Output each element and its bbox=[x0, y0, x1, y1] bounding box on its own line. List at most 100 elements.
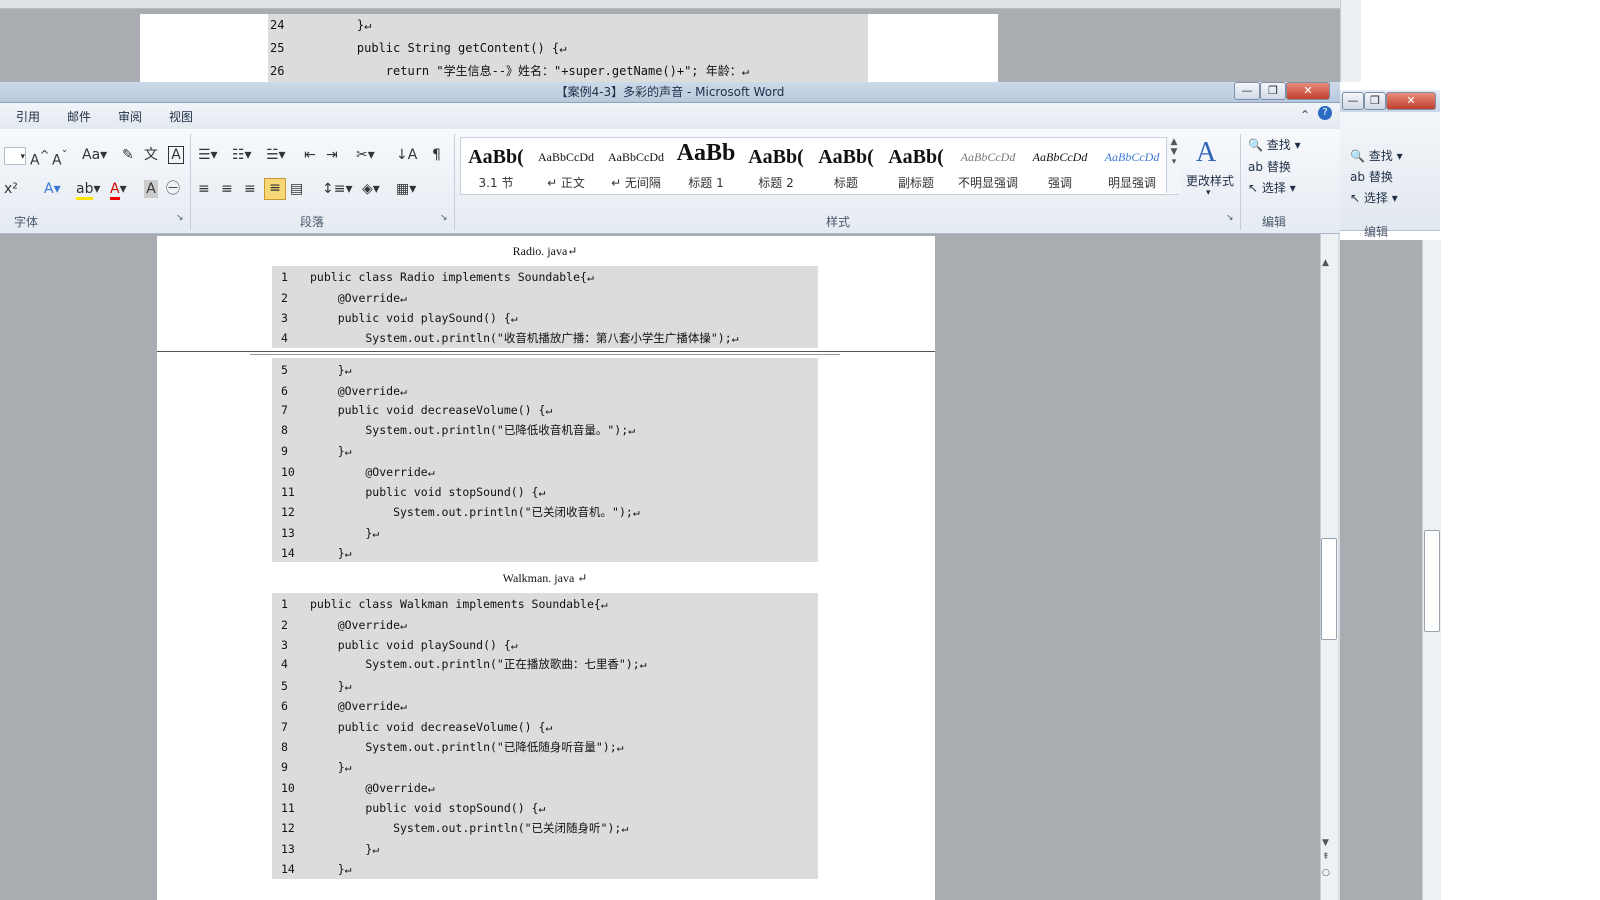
chinese-layout-icon[interactable]: ✂▾ bbox=[356, 146, 375, 164]
text-effects-icon[interactable]: A▾ bbox=[44, 180, 61, 198]
style-name[interactable]: 3.1 节 bbox=[462, 174, 530, 191]
show-marks-icon[interactable]: ¶ bbox=[432, 146, 441, 164]
align-center-icon[interactable]: ≡ bbox=[221, 180, 233, 198]
paragraph-dialog-launcher-icon[interactable]: ↘ bbox=[440, 213, 448, 223]
enclose-characters-icon[interactable]: ㊀ bbox=[166, 180, 180, 198]
change-styles-icon[interactable]: A bbox=[1196, 138, 1216, 168]
third-replace-button[interactable]: ab 替换 bbox=[1350, 168, 1393, 185]
style-sample[interactable]: AaBb( bbox=[742, 146, 810, 169]
style-name[interactable]: 明显强调 bbox=[1096, 174, 1168, 191]
font-dialog-launcher-icon[interactable]: ↘ bbox=[176, 213, 184, 223]
scroll-thumb[interactable] bbox=[1321, 538, 1337, 640]
code-line: 24 }↵ bbox=[270, 18, 372, 32]
font-size-dropdown[interactable]: ▾ bbox=[4, 147, 26, 165]
style-sample[interactable]: AaBb bbox=[672, 140, 740, 167]
replace-button[interactable]: ab 替换 bbox=[1248, 158, 1291, 175]
select-button[interactable]: ↖ 选择 ▾ bbox=[1248, 179, 1296, 196]
styles-dialog-launcher-icon[interactable]: ↘ bbox=[1226, 213, 1234, 223]
change-case-icon[interactable]: Aa▾ bbox=[82, 146, 107, 164]
align-right-icon[interactable]: ≡ bbox=[244, 180, 256, 198]
character-border-icon[interactable]: A bbox=[168, 146, 184, 164]
walkman-file-title: Walkman. java ↵ bbox=[502, 571, 588, 585]
style-name[interactable]: ↵ 正文 bbox=[532, 174, 600, 191]
browse-object-icon[interactable]: ○ bbox=[1322, 868, 1330, 878]
justify-icon[interactable]: ≡ bbox=[264, 178, 286, 200]
increase-indent-icon[interactable]: ⇥ bbox=[326, 146, 338, 164]
style-sample[interactable]: AaBbCcDd bbox=[952, 150, 1024, 165]
help-icon[interactable]: ? bbox=[1318, 106, 1332, 120]
shrink-font-icon[interactable]: Aˇ bbox=[52, 146, 67, 170]
find-button[interactable]: 🔍 查找 ▾ bbox=[1248, 136, 1301, 153]
third-select-button[interactable]: ↖ 选择 ▾ bbox=[1350, 189, 1398, 206]
style-sample[interactable]: AaBbCcDd bbox=[602, 150, 670, 165]
restore-button[interactable]: ❐ bbox=[1260, 82, 1286, 100]
close-button[interactable]: ✕ bbox=[1286, 82, 1330, 100]
tab-review[interactable]: 审阅 bbox=[118, 108, 142, 125]
sort-icon[interactable]: ↓A bbox=[396, 146, 417, 164]
radio-file-title: Radio. java↵ bbox=[512, 244, 578, 258]
background-window-scrollbar[interactable] bbox=[1340, 0, 1361, 82]
code-line: 6 @Override↵ bbox=[281, 384, 407, 398]
third-window-canvas bbox=[1340, 240, 1422, 900]
decrease-indent-icon[interactable]: ⇤ bbox=[304, 146, 316, 164]
third-restore-button[interactable]: ❐ bbox=[1364, 92, 1386, 110]
background-code-block: 24 }↵ 25 public String getContent() {↵ 2… bbox=[268, 14, 868, 84]
window-border bbox=[1338, 234, 1340, 900]
style-name[interactable]: ↵ 无间隔 bbox=[602, 174, 670, 191]
tab-references[interactable]: 引用 bbox=[16, 108, 40, 125]
style-sample[interactable]: AaBbCcDd bbox=[1096, 150, 1168, 165]
superscript-icon[interactable]: x² bbox=[4, 180, 18, 198]
tab-view[interactable]: 视图 bbox=[169, 108, 193, 125]
tab-mailings[interactable]: 邮件 bbox=[67, 108, 91, 125]
style-sample[interactable]: AaBb( bbox=[812, 146, 880, 169]
bullets-icon[interactable]: ☰▾ bbox=[198, 146, 218, 164]
font-group-label: 字体 bbox=[14, 215, 39, 229]
style-name[interactable]: 副标题 bbox=[882, 174, 950, 191]
cursor-icon: ↖ bbox=[1350, 191, 1361, 205]
code-line: 4 System.out.println("收音机播放广播：第八套小学生广播体操… bbox=[281, 331, 739, 345]
style-sample[interactable]: AaBb( bbox=[882, 146, 950, 169]
chevron-down-icon[interactable]: ▾ bbox=[1206, 188, 1211, 198]
font-color-icon[interactable]: A▾ bbox=[110, 180, 127, 200]
scroll-down-icon[interactable]: ▼ bbox=[1322, 838, 1329, 848]
align-left-icon[interactable]: ≡ bbox=[198, 180, 210, 198]
highlight-icon[interactable]: ab▾ bbox=[76, 180, 101, 200]
collapse-ribbon-icon[interactable]: ⌃ bbox=[1300, 108, 1310, 122]
style-name[interactable]: 不明显强调 bbox=[952, 174, 1024, 191]
code-line: 10 @Override↵ bbox=[281, 781, 435, 795]
page-break-margin-line bbox=[250, 354, 840, 355]
page-break-line bbox=[157, 351, 935, 352]
third-window-scroll-thumb[interactable] bbox=[1424, 530, 1440, 632]
shading-icon[interactable]: ◈▾ bbox=[362, 180, 380, 198]
style-name[interactable]: 标题 bbox=[812, 174, 880, 191]
third-find-button[interactable]: 🔍 查找 ▾ bbox=[1350, 147, 1403, 164]
gallery-scroll-icon[interactable]: ▲ ▼ ▾ bbox=[1166, 137, 1181, 193]
phonetic-guide-icon[interactable]: 文 bbox=[144, 146, 158, 164]
third-minimize-button[interactable]: — bbox=[1342, 92, 1364, 110]
third-edit-group-label: 编辑 bbox=[1364, 225, 1389, 239]
style-sample[interactable]: AaBbCcDd bbox=[532, 150, 600, 165]
style-name[interactable]: 标题 1 bbox=[672, 174, 740, 191]
numbering-icon[interactable]: ☷▾ bbox=[232, 146, 252, 164]
cursor-icon: ↖ bbox=[1248, 181, 1259, 195]
borders-icon[interactable]: ▦▾ bbox=[396, 180, 416, 198]
line-spacing-icon[interactable]: ↕≡▾ bbox=[322, 180, 353, 198]
code-line: 6 @Override↵ bbox=[281, 699, 407, 713]
code-line: 26 return "学生信息--》姓名："+super.getName()+"… bbox=[270, 64, 749, 78]
code-line: 14 }↵ bbox=[281, 546, 352, 560]
third-close-button[interactable]: ✕ bbox=[1386, 92, 1436, 110]
background-window-topbar bbox=[0, 0, 1360, 9]
previous-page-icon[interactable]: ⇞ bbox=[1322, 852, 1330, 862]
change-styles-button[interactable]: 更改样式 bbox=[1186, 172, 1234, 189]
style-sample[interactable]: AaBbCcDd bbox=[1024, 150, 1096, 165]
character-shading-icon[interactable]: A bbox=[144, 180, 158, 198]
grow-font-icon[interactable]: A^ bbox=[30, 146, 49, 170]
minimize-button[interactable]: — bbox=[1234, 82, 1260, 100]
multilevel-list-icon[interactable]: ☱▾ bbox=[266, 146, 286, 164]
scroll-up-icon[interactable]: ▲ bbox=[1322, 258, 1329, 268]
clear-format-icon[interactable]: ✎ bbox=[122, 146, 134, 164]
style-name[interactable]: 标题 2 bbox=[742, 174, 810, 191]
style-name[interactable]: 强调 bbox=[1024, 174, 1096, 191]
distributed-icon[interactable]: ▤ bbox=[290, 180, 303, 198]
style-sample[interactable]: AaBb( bbox=[462, 146, 530, 169]
